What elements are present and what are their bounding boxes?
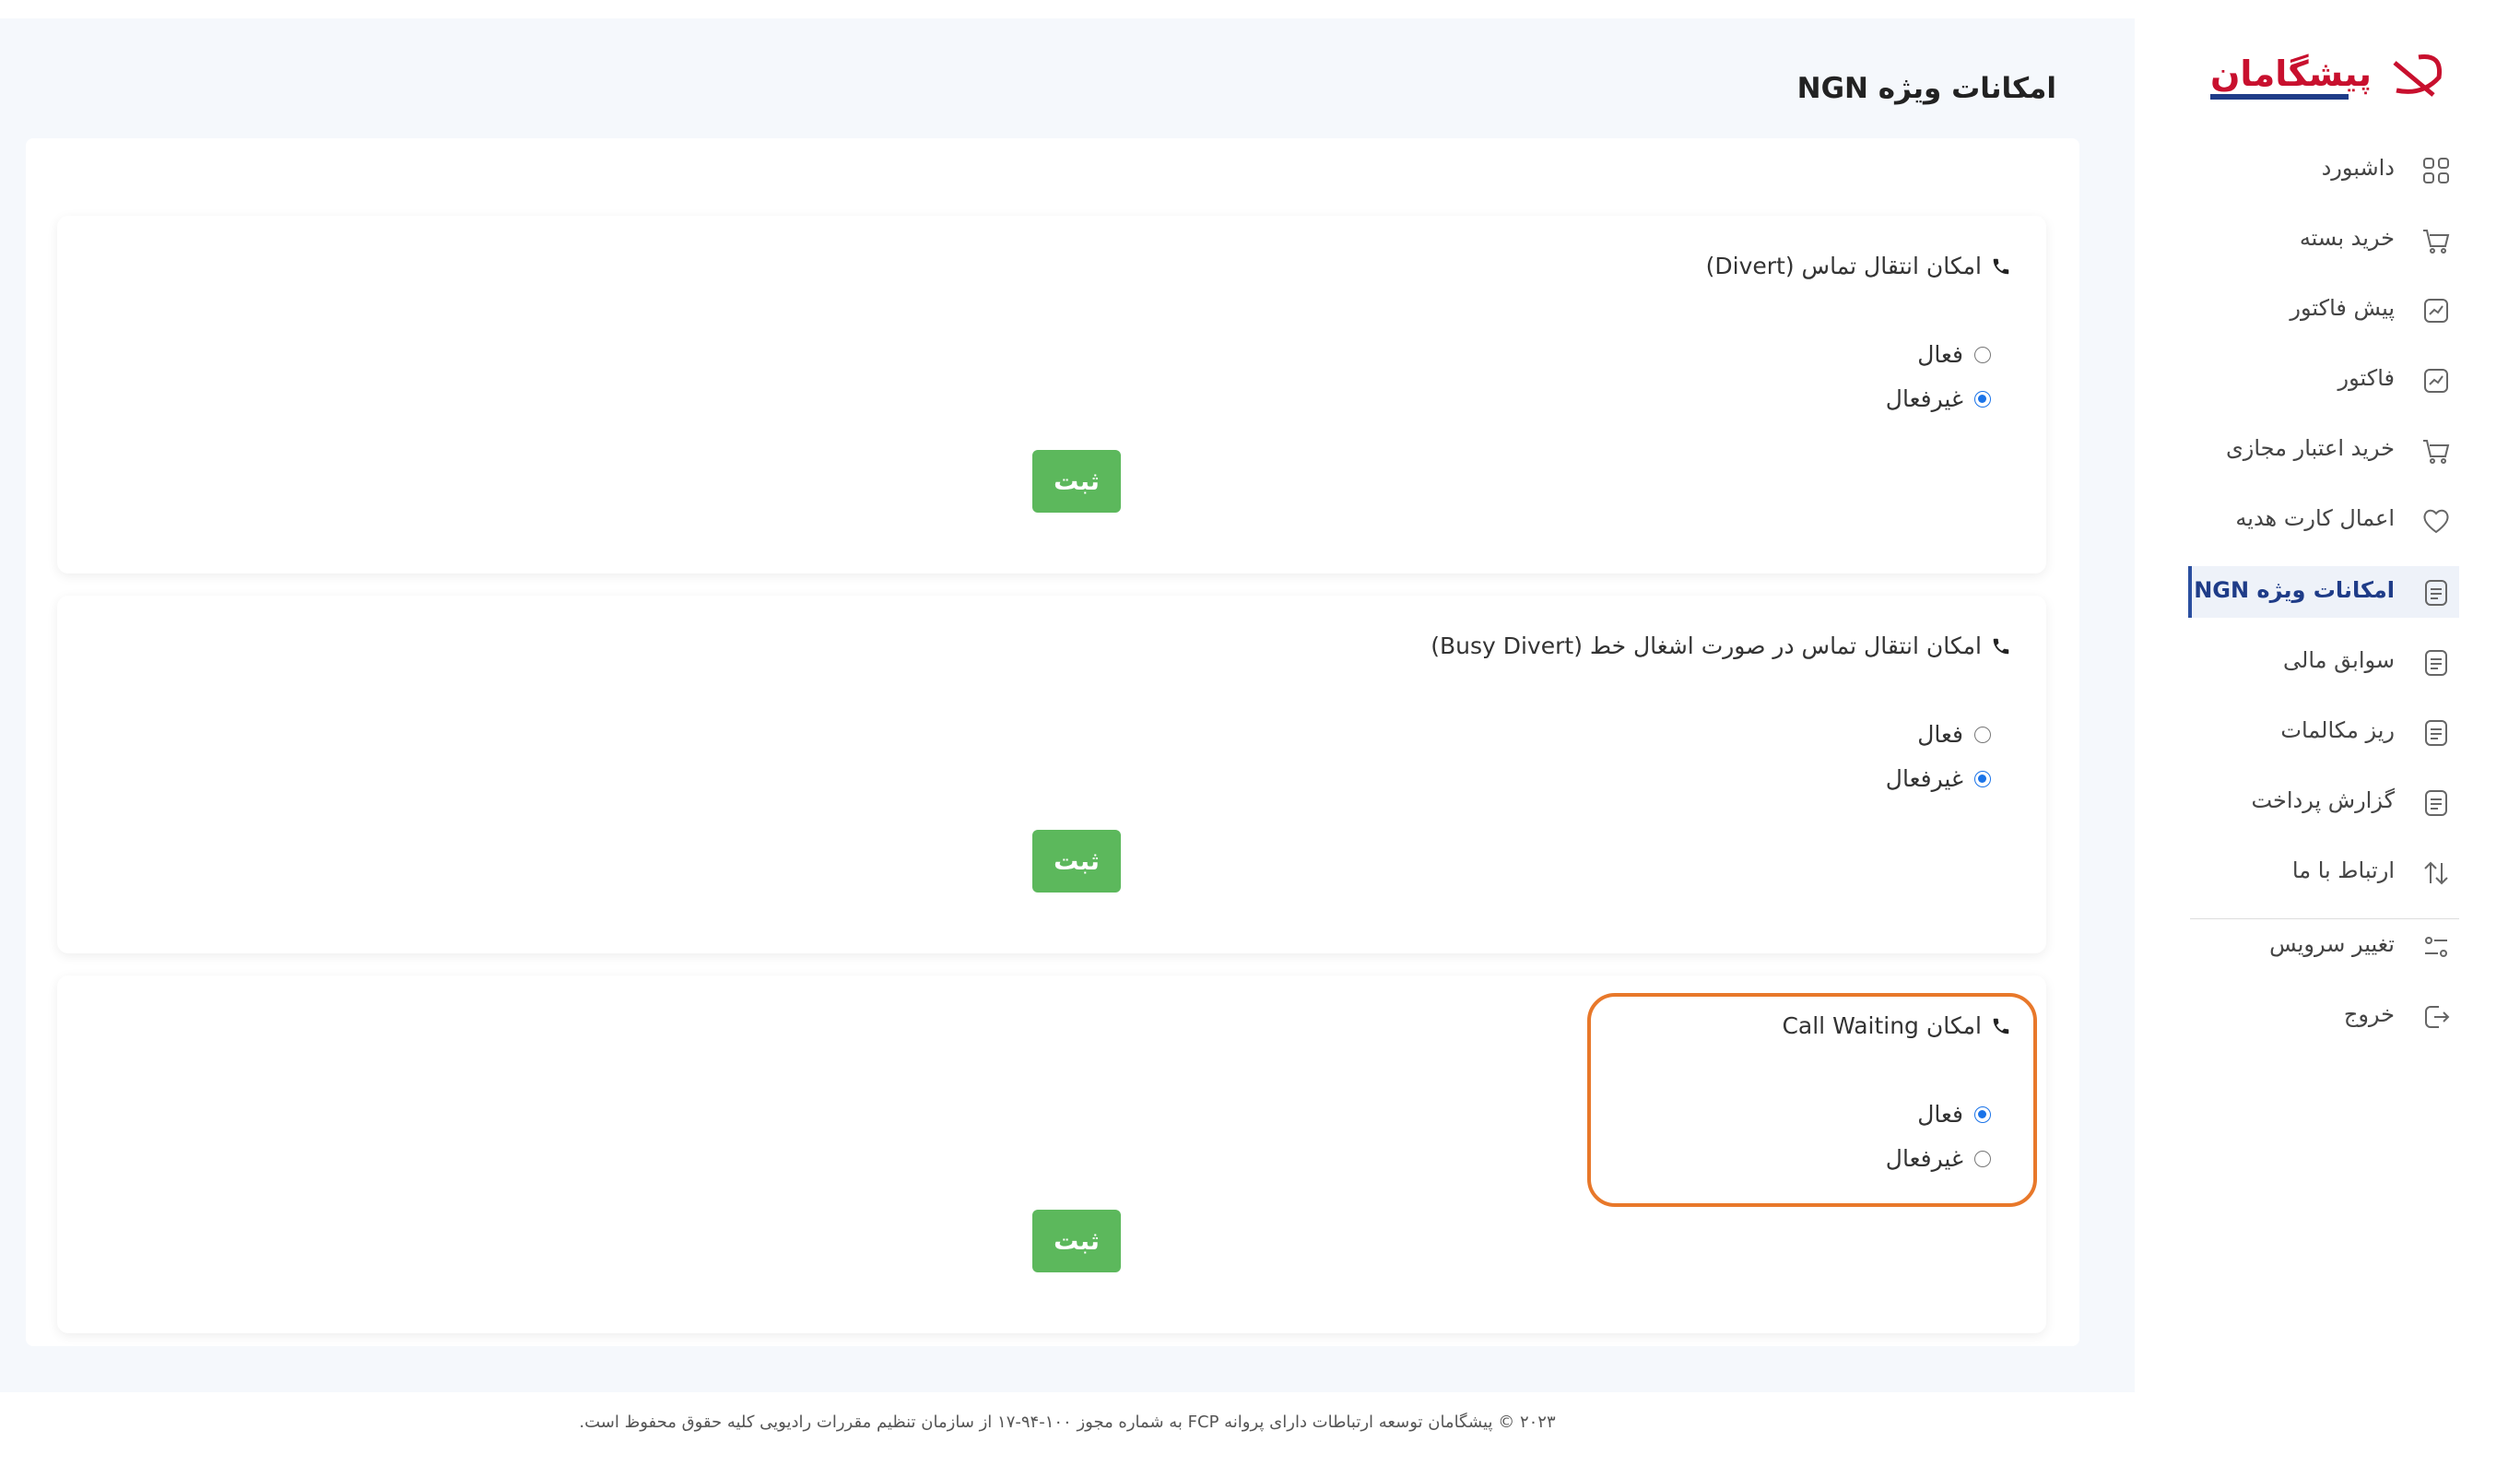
sidebar-item-virtual-credit[interactable]: خرید اعتبار مجازی bbox=[2188, 424, 2459, 476]
document-icon bbox=[2425, 650, 2447, 676]
sidebar-item-contact-us[interactable]: ارتباط با ما bbox=[2188, 846, 2459, 898]
section-title: امکان انتقال تماس (Divert) bbox=[1706, 253, 2011, 279]
section-title-text: امکان انتقال تماس در صورت اشغال خط (Busy… bbox=[1431, 633, 1982, 659]
cart-icon bbox=[2423, 230, 2450, 254]
section-title-text: امکان انتقال تماس (Divert) bbox=[1705, 253, 1982, 279]
footer-copyright: ۲۰۲۳ © پیشگامان توسعه ارتباطات دارای پرو… bbox=[579, 1413, 1556, 1432]
document-icon bbox=[2425, 720, 2447, 746]
section-title: امکان انتقال تماس در صورت اشغال خط (Busy… bbox=[1431, 633, 2011, 659]
sidebar-item-financial-history[interactable]: سوابق مالی bbox=[2188, 636, 2459, 688]
brand-logo[interactable]: پیشگامان bbox=[2201, 44, 2450, 109]
radio-label: فعال bbox=[1917, 721, 1963, 748]
main-content: امکانات ویژه NGN امکان انتقال تماس (Dive… bbox=[0, 18, 2135, 1392]
sidebar: پیشگامان داشبورد خرید بسته پیش فاکتور فا… bbox=[2135, 0, 2520, 1466]
sidebar-item-label: اعمال کارت هدیه bbox=[2235, 505, 2395, 531]
dashboard-icon bbox=[2423, 158, 2449, 183]
radio-indicator[interactable] bbox=[1974, 726, 1991, 743]
sidebar-divider bbox=[2190, 918, 2459, 919]
sidebar-item-label: گزارش پرداخت bbox=[2251, 787, 2395, 813]
sidebar-item-label: تغییر سرویس bbox=[2269, 931, 2395, 957]
sidebar-item-label: فاکتور bbox=[2337, 365, 2395, 391]
sidebar-item-label: داشبورد bbox=[2321, 155, 2395, 181]
settings-icon bbox=[2425, 937, 2447, 957]
document-icon bbox=[2425, 790, 2447, 816]
sidebar-item-label: ارتباط با ما bbox=[2291, 857, 2395, 883]
sidebar-item-buy-package[interactable]: خرید بسته bbox=[2188, 214, 2459, 266]
sidebar-item-call-details[interactable]: ریز مکالمات bbox=[2188, 706, 2459, 758]
cart-icon bbox=[2423, 440, 2450, 464]
radio-label: غیرفعال bbox=[1885, 765, 1963, 792]
document-icon bbox=[2425, 580, 2447, 606]
sidebar-item-label: خروج bbox=[2343, 1001, 2395, 1027]
busy-divert-active-radio[interactable]: فعال bbox=[1917, 721, 1991, 748]
logo-text: پیشگامان bbox=[2210, 53, 2372, 94]
sidebar-item-invoice[interactable]: فاکتور bbox=[2188, 354, 2459, 406]
sidebar-item-label: پیش فاکتور bbox=[2290, 295, 2395, 321]
divert-submit-button[interactable]: ثبت bbox=[1032, 450, 1121, 513]
sidebar-item-payment-report[interactable]: گزارش پرداخت bbox=[2188, 776, 2459, 828]
radio-label: غیرفعال bbox=[1885, 385, 1963, 412]
page-title: امکانات ویژه NGN bbox=[1796, 72, 2056, 105]
sidebar-item-logout[interactable]: خروج bbox=[2188, 990, 2459, 1042]
chart-icon bbox=[2424, 299, 2448, 323]
heart-icon bbox=[2423, 509, 2449, 534]
sidebar-item-label: خرید بسته bbox=[2299, 225, 2395, 251]
arrows-icon bbox=[2424, 861, 2448, 885]
divert-active-radio[interactable]: فعال bbox=[1917, 341, 1991, 368]
sidebar-item-label: سوابق مالی bbox=[2283, 647, 2395, 673]
busy-divert-section: امکان انتقال تماس در صورت اشغال خط (Busy… bbox=[57, 596, 2046, 953]
radio-indicator[interactable] bbox=[1974, 346, 1991, 363]
highlight-annotation bbox=[1587, 993, 2037, 1207]
busy-divert-inactive-radio[interactable]: غیرفعال bbox=[1886, 765, 1991, 792]
divert-inactive-radio[interactable]: غیرفعال bbox=[1886, 385, 1991, 412]
footer: ۲۰۲۳ © پیشگامان توسعه ارتباطات دارای پرو… bbox=[0, 1392, 2135, 1466]
logout-icon bbox=[2425, 1006, 2450, 1028]
sidebar-item-proforma[interactable]: پیش فاکتور bbox=[2188, 284, 2459, 336]
chart-icon bbox=[2424, 369, 2448, 393]
call-waiting-submit-button[interactable]: ثبت bbox=[1032, 1210, 1121, 1272]
sidebar-item-dashboard[interactable]: داشبورد bbox=[2188, 144, 2459, 195]
phone-icon bbox=[1993, 258, 2009, 274]
radio-indicator[interactable] bbox=[1974, 390, 1991, 408]
sidebar-item-ngn-features[interactable]: امکانات ویژه NGN bbox=[2188, 566, 2459, 618]
radio-label: فعال bbox=[1917, 341, 1963, 368]
sidebar-item-label: خرید اعتبار مجازی bbox=[2225, 435, 2395, 461]
radio-indicator[interactable] bbox=[1974, 770, 1991, 787]
sidebar-item-label: ریز مکالمات bbox=[2280, 717, 2395, 743]
sidebar-item-label: امکانات ویژه NGN bbox=[2194, 577, 2395, 603]
sidebar-item-gift-card[interactable]: اعمال کارت هدیه bbox=[2188, 494, 2459, 546]
app: امکانات ویژه NGN امکان انتقال تماس (Dive… bbox=[0, 0, 2520, 1466]
phone-icon bbox=[1993, 638, 2009, 654]
busy-divert-submit-button[interactable]: ثبت bbox=[1032, 830, 1121, 893]
divert-section: امکان انتقال تماس (Divert) فعال غیرفعال … bbox=[57, 216, 2046, 573]
sidebar-item-change-service[interactable]: تغییر سرویس bbox=[2188, 920, 2459, 972]
